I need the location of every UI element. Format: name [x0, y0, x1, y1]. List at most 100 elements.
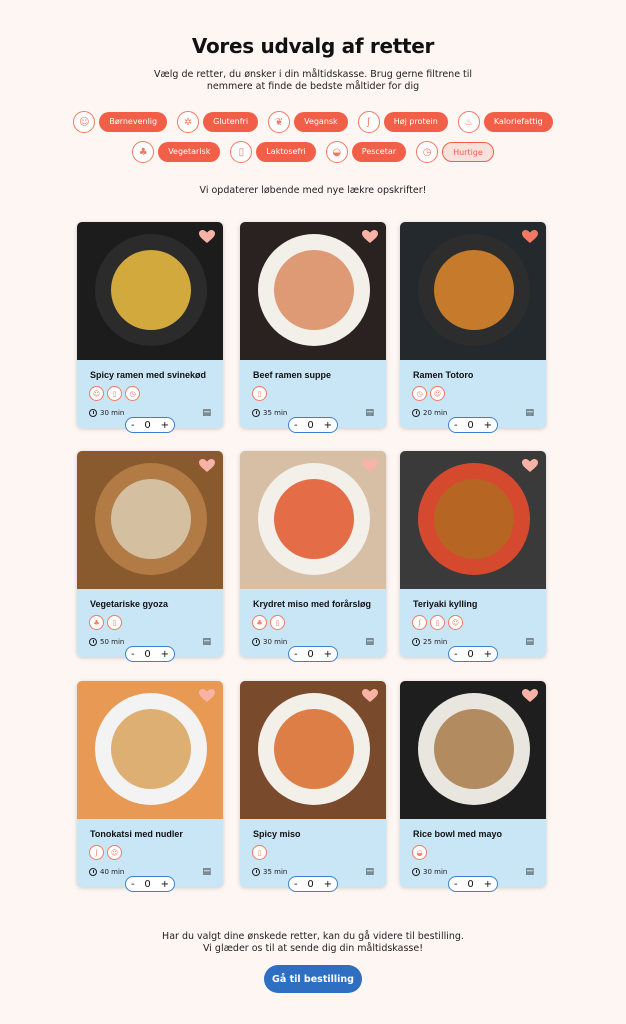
heart-icon[interactable]: [199, 230, 215, 244]
filter-1[interactable]: ✲ Glutenfri: [177, 111, 259, 133]
decrease-button[interactable]: -: [131, 649, 135, 660]
dish-card[interactable]: Rice bowl med mayo ◒ 30 min ▤ -0 +: [400, 681, 546, 892]
heart-icon[interactable]: [522, 459, 538, 473]
dish-card[interactable]: Tonokatsi med nudler ʃ ☺ 40 min ▤ -0 +: [77, 681, 223, 892]
recipe-icon[interactable]: ▤: [202, 637, 211, 647]
recipe-icon[interactable]: ▤: [365, 408, 374, 418]
decrease-button[interactable]: -: [131, 879, 135, 890]
quantity-value: 0: [307, 419, 314, 431]
increase-button[interactable]: +: [161, 879, 169, 890]
quantity-stepper[interactable]: -0 +: [288, 876, 338, 892]
dish-card[interactable]: Teriyaki kylling ʃ ▯ ☺ 25 min ▤ -0 +: [400, 451, 546, 662]
heart-icon[interactable]: [362, 459, 378, 473]
increase-button[interactable]: +: [484, 420, 492, 431]
decrease-button[interactable]: -: [294, 879, 298, 890]
quantity-stepper[interactable]: -0 +: [288, 646, 338, 662]
footer-text: Har du valgt dine ønskede retter, kan du…: [0, 931, 626, 955]
heart-icon[interactable]: [199, 459, 215, 473]
quantity-value: 0: [307, 648, 314, 660]
quantity-stepper[interactable]: -0 +: [125, 417, 175, 433]
diet-tag-icon: ▯: [107, 386, 122, 401]
filter-label[interactable]: Laktosefri: [256, 142, 316, 162]
recipe-icon[interactable]: ▤: [525, 637, 534, 647]
filter-0[interactable]: ☺ Børnevenlig: [73, 111, 168, 133]
quantity-stepper[interactable]: -0 +: [448, 876, 498, 892]
filter-4[interactable]: ♨ Kaloriefattig: [457, 111, 553, 133]
increase-button[interactable]: +: [161, 649, 169, 660]
recipe-icon[interactable]: ▤: [202, 408, 211, 418]
increase-button[interactable]: +: [324, 879, 332, 890]
heart-icon[interactable]: [362, 689, 378, 703]
quantity-value: 0: [144, 878, 151, 890]
increase-button[interactable]: +: [484, 649, 492, 660]
dish-tags: ◒: [412, 845, 427, 860]
filter-3[interactable]: ʃ Høj protein: [357, 111, 448, 133]
quantity-stepper[interactable]: -0 +: [125, 876, 175, 892]
filter-6[interactable]: ▯ Laktosefri: [230, 141, 316, 163]
cook-time-label: 40 min: [100, 868, 125, 876]
decrease-button[interactable]: -: [294, 420, 298, 431]
filter-label[interactable]: Høj protein: [383, 112, 448, 132]
filter-2[interactable]: ❦ Vegansk: [268, 111, 348, 133]
dish-card[interactable]: Beef ramen suppe ▯ 35 min ▤ -0 +: [240, 222, 386, 433]
dish-card[interactable]: Spicy ramen med svinekød ☺ ▯ ◷ 30 min ▤ -0 +: [77, 222, 223, 433]
filter-label[interactable]: Glutenfri: [203, 112, 259, 132]
quantity-stepper[interactable]: -0 +: [448, 646, 498, 662]
dish-photo: [77, 222, 223, 360]
increase-button[interactable]: +: [161, 420, 169, 431]
dish-name: Rice bowl med mayo: [413, 829, 503, 839]
filter-5[interactable]: ♣ Vegetarisk: [132, 141, 221, 163]
quantity-stepper[interactable]: -0 +: [125, 646, 175, 662]
dish-tags: ◷ ☺: [412, 386, 445, 401]
dish-photo: [240, 222, 386, 360]
dish-photo: [400, 222, 546, 360]
heart-icon[interactable]: [362, 230, 378, 244]
filter-label[interactable]: Kaloriefattig: [483, 112, 553, 132]
heart-icon[interactable]: [522, 230, 538, 244]
filter-label[interactable]: Vegansk: [294, 112, 348, 132]
increase-button[interactable]: +: [484, 879, 492, 890]
filter-label[interactable]: Hurtige: [442, 142, 494, 162]
increase-button[interactable]: +: [324, 420, 332, 431]
dish-name: Vegetariske gyoza: [90, 599, 169, 609]
quantity-stepper[interactable]: -0 +: [288, 417, 338, 433]
recipe-icon[interactable]: ▤: [365, 867, 374, 877]
decrease-button[interactable]: -: [454, 420, 458, 431]
recipe-icon[interactable]: ▤: [525, 408, 534, 418]
order-button[interactable]: Gå til bestilling: [264, 965, 362, 993]
filter-label[interactable]: Vegetarisk: [158, 142, 221, 162]
quantity-stepper[interactable]: -0 +: [448, 417, 498, 433]
decrease-button[interactable]: -: [454, 649, 458, 660]
smile-icon: ☺: [73, 111, 96, 133]
quantity-value: 0: [467, 878, 474, 890]
diet-tag-icon: ◷: [412, 386, 427, 401]
dish-tags: ☺ ▯ ◷: [89, 386, 140, 401]
dish-name: Spicy ramen med svinekød: [90, 370, 207, 380]
filter-label[interactable]: Pescetar: [351, 142, 407, 162]
dish-card[interactable]: Krydret miso med forårsløg ♣ ▯ 30 min ▤ -0 +: [240, 451, 386, 662]
dish-card[interactable]: Vegetariske gyoza ♣ ▯ 50 min ▤ -0 +: [77, 451, 223, 662]
heart-icon[interactable]: [199, 689, 215, 703]
page-title: Vores udvalg af retter: [191, 34, 435, 58]
clock-icon: [89, 868, 97, 876]
dish-photo: [240, 681, 386, 819]
dish-card[interactable]: Spicy miso ▯ 35 min ▤ -0 +: [240, 681, 386, 892]
recipe-icon[interactable]: ▤: [202, 867, 211, 877]
dish-tags: ▯: [252, 845, 267, 860]
decrease-button[interactable]: -: [294, 649, 298, 660]
filter-7[interactable]: ◒ Pescetar: [325, 141, 407, 163]
decrease-button[interactable]: -: [454, 879, 458, 890]
decrease-button[interactable]: -: [131, 420, 135, 431]
increase-button[interactable]: +: [324, 649, 332, 660]
quantity-value: 0: [467, 419, 474, 431]
dish-tags: ♣ ▯: [252, 615, 285, 630]
filter-label[interactable]: Børnevenlig: [99, 112, 168, 132]
clock-icon: [252, 409, 260, 417]
diet-tag-icon: ▯: [270, 615, 285, 630]
filter-8[interactable]: ◷ Hurtige: [416, 141, 494, 163]
dish-name: Tonokatsi med nudler: [90, 829, 183, 839]
recipe-icon[interactable]: ▤: [365, 637, 374, 647]
dish-card[interactable]: Ramen Totoro ◷ ☺ 20 min ▤ -0 +: [400, 222, 546, 433]
recipe-icon[interactable]: ▤: [525, 867, 534, 877]
heart-icon[interactable]: [522, 689, 538, 703]
